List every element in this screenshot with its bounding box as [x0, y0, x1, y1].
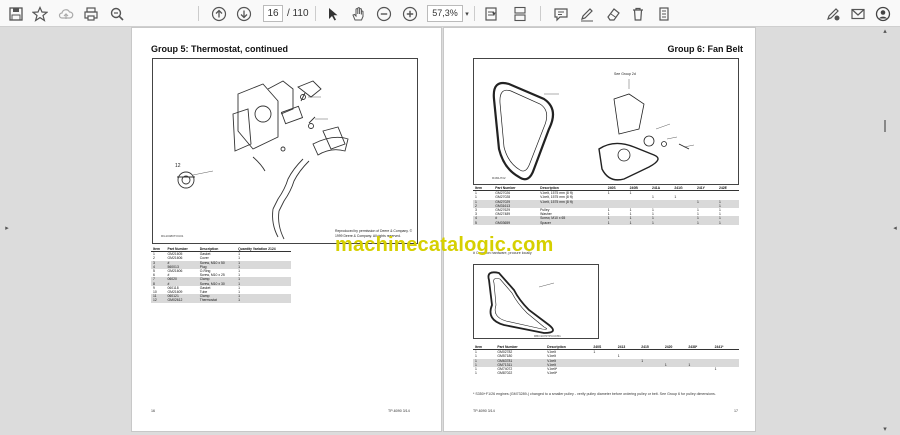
highlight-icon[interactable] [577, 4, 597, 23]
scroll-mode-icon[interactable] [510, 4, 530, 23]
page-total: / 110 [287, 8, 309, 19]
next-page-icon[interactable] [234, 4, 254, 23]
callout-label: 12 [175, 163, 181, 169]
table-cell: Spacer [538, 220, 606, 225]
table-row: 12 GM02612 Thermostat 1 [151, 298, 291, 303]
thermostat-diagram: 12 RG10480TOU01 Reproduced by permission… [152, 58, 418, 244]
scroll-up-icon[interactable]: ▴ [880, 27, 890, 35]
more-icon[interactable] [654, 4, 674, 23]
table-cell [663, 371, 687, 375]
bookmark-icon[interactable] [30, 4, 50, 23]
table-cell: 1 [475, 371, 477, 376]
page-footer-doc: TP-6090 3/14 [473, 409, 495, 413]
page-title: Group 6: Fan Belt [667, 44, 743, 54]
table-cell: Thermostat [197, 298, 237, 303]
fan-belt-drawing: See Group 2d R4MH732 [492, 72, 695, 181]
print-icon[interactable] [81, 4, 101, 23]
delete-icon[interactable] [628, 4, 648, 23]
page-title: Group 5: Thermostat, continued [151, 44, 289, 54]
page-footer-doc: TP-6090 3/14 [388, 409, 410, 413]
zoom-level-select[interactable]: 57,3% [427, 5, 463, 22]
image-code: R4MH732 [492, 176, 506, 180]
see-group-label: See Group 2d [614, 72, 636, 76]
chevron-down-icon[interactable]: ▾ [463, 4, 471, 23]
image-code: RG10480TOU01 [161, 234, 184, 238]
email-icon[interactable] [848, 4, 868, 23]
table-cell: 1 [236, 298, 291, 303]
table-cell: 1 [716, 220, 739, 225]
watermark-text: machinecatalogic.com [335, 234, 554, 256]
table-cell: 1 [627, 220, 650, 225]
table-row: 1 GM87022 V-belt* [473, 371, 739, 375]
page-17: Group 6: Fan Belt See Group 2d R4MH732 I… [443, 27, 756, 432]
erase-icon[interactable] [603, 4, 623, 23]
save-icon[interactable] [6, 4, 26, 23]
zoom-out-icon[interactable] [107, 4, 127, 23]
table-cell: 1 [650, 220, 673, 225]
fan-belt-parts-table-2: Item Part Number Description 240S 2413 2415 24… [473, 345, 739, 375]
document-viewer[interactable]: ▸ ◂ Group 5: Thermostat, continued 12 RG… [0, 27, 900, 435]
table-cell: 5 [473, 220, 494, 225]
table-cell: 1 [695, 220, 717, 225]
fit-chevron-icon[interactable]: ▾ [490, 4, 498, 23]
table-cell: V-belt* [547, 371, 558, 376]
fan-belt-parts-table-1: Item Part Number Description 240S 240B 241A 24… [473, 186, 739, 225]
scroll-down-icon[interactable]: ▾ [880, 425, 890, 433]
zoom-minus-icon[interactable] [374, 4, 394, 23]
zoom-plus-icon[interactable] [400, 4, 420, 23]
table-cell [686, 371, 712, 375]
table-cell: 12 [151, 298, 166, 303]
table2-note: * S350+F1/26 engines (GM73289-) changed … [473, 392, 716, 396]
comment-icon[interactable] [551, 4, 571, 23]
toolbar: 16 / 110 57,3% ▾ ▾ [0, 0, 900, 27]
page-number-input[interactable]: 16 [263, 5, 283, 22]
thermostat-parts-table: Item Part Number Description Quantity Va… [151, 247, 291, 303]
table-cell [639, 371, 663, 375]
table-cell: GM87022 [497, 371, 513, 376]
right-scroll-arrow-icon[interactable]: ◂ [890, 224, 900, 232]
page-footer-number: 17 [734, 409, 738, 413]
upload-icon[interactable] [56, 4, 76, 23]
table-cell: GM02612 [165, 298, 198, 303]
table-cell: 1 [605, 220, 628, 225]
table-cell: GM03659 [493, 220, 539, 225]
fan-belt-diagram: See Group 2d R4MH732 [473, 58, 739, 185]
table-cell [591, 371, 615, 375]
table-row: 5 GM03659 Spacer 1 1 1 1 1 [473, 220, 739, 225]
sign-icon[interactable] [823, 4, 843, 23]
page-16: Group 5: Thermostat, continued 12 RG1048… [131, 27, 442, 432]
account-icon[interactable] [873, 4, 893, 23]
prev-page-icon[interactable] [209, 4, 229, 23]
left-scroll-arrow-icon[interactable]: ▸ [2, 224, 12, 232]
page-footer-number: 16 [151, 409, 155, 413]
table-cell [616, 371, 640, 375]
v-belt-drawing: RBO1070TPCCD51 [487, 271, 561, 338]
vertical-scrollbar-thumb[interactable] [884, 120, 886, 132]
table-cell [672, 220, 695, 225]
table-cell [713, 371, 739, 375]
select-cursor-icon[interactable] [323, 4, 343, 23]
image-code: RBO1070TPCCD51 [534, 334, 561, 338]
v-belt-diagram: RBO1070TPCCD51 [473, 264, 599, 339]
thermostat-drawing: 12 RG10480TOU01 [161, 80, 349, 240]
hand-icon[interactable] [348, 4, 368, 23]
